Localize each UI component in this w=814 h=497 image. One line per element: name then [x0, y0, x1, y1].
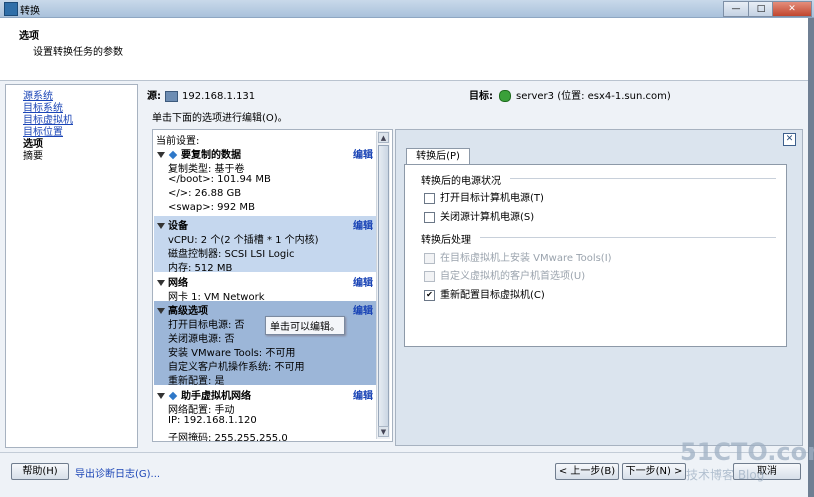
section-header: 设备 [157, 217, 188, 232]
close-button[interactable]: ✕ [772, 1, 812, 17]
option-power-off-source[interactable]: 关闭源计算机电源(S) [424, 208, 534, 223]
computer-icon [165, 90, 178, 102]
setting-line: 子网掩码: 255.255.255.0 [168, 433, 288, 442]
option-customize-guest: 自定义虚拟机的客户机首选项(U) [424, 267, 585, 282]
diamond-icon [168, 391, 178, 401]
setting-line: </>: 26.88 GB [168, 188, 242, 199]
triangle-down-icon[interactable] [157, 223, 165, 229]
watermark-sub: 技术博客 Blog [686, 468, 765, 482]
checkbox-label: 在目标虚拟机上安装 VMware Tools(I) [440, 253, 612, 264]
target-label: 目标: [469, 91, 493, 102]
edit-link[interactable]: 编辑 [353, 302, 373, 317]
nav-item-target-system[interactable]: 目标系统 [23, 103, 63, 115]
settings-section-network[interactable]: 网络 编辑 网卡 1: VM Network [154, 273, 378, 303]
next-button[interactable]: 下一步(N) > [622, 463, 686, 480]
settings-section-data-to-copy[interactable]: 要复制的数据 编辑 复制类型: 基于卷 </boot>: 101.94 MB <… [154, 145, 378, 215]
setting-line: 打开目标电源: 否 [168, 320, 245, 331]
setting-line: <swap>: 992 MB [168, 202, 255, 213]
group-divider [510, 178, 776, 179]
nav-item-source-system[interactable]: 源系统 [23, 91, 53, 103]
diamond-icon [168, 150, 178, 160]
watermark: 51CTO.com [680, 438, 814, 466]
nav-item-options[interactable]: 选项 [23, 139, 43, 151]
target-line: 目标: server3 (位置: esx4-1.sun.com) [469, 87, 671, 102]
setting-line: 重新配置: 是 [168, 376, 225, 387]
option-reconfigure-target-vm[interactable]: ✔ 重新配置目标虚拟机(C) [424, 286, 545, 301]
export-diagnostics-link[interactable]: 导出诊断日志(G)... [75, 465, 160, 480]
group-divider [480, 237, 776, 238]
group-title-power-state: 转换后的电源状况 [421, 176, 501, 187]
section-header: 网络 [157, 274, 188, 289]
globe-icon [499, 90, 511, 102]
minimize-button[interactable]: — [723, 1, 749, 17]
checkbox-checked[interactable]: ✔ [424, 289, 435, 301]
triangle-down-icon[interactable] [157, 152, 165, 158]
edit-link[interactable]: 编辑 [353, 387, 373, 402]
triangle-down-icon[interactable] [157, 393, 165, 399]
checkbox-label: 关闭源计算机电源(S) [440, 212, 535, 223]
maximize-button[interactable]: □ [748, 1, 774, 17]
page-title: 选项 [19, 31, 39, 42]
checkbox[interactable] [424, 211, 435, 223]
setting-line: 内存: 512 MB [168, 263, 233, 274]
setting-line: </boot>: 101.94 MB [168, 174, 271, 185]
settings-section-devices[interactable]: 设备 编辑 vCPU: 2 个(2 个插槽 * 1 个内核) 磁盘控制器: SC… [154, 216, 378, 274]
checkbox[interactable] [424, 192, 435, 204]
nav-item-summary: 摘要 [23, 151, 43, 162]
close-panel-icon[interactable]: ✕ [783, 133, 796, 146]
app-icon [4, 2, 18, 16]
section-header: 高级选项 [157, 302, 208, 317]
scroll-thumb[interactable] [378, 145, 389, 427]
instruction-text: 单击下面的选项进行编辑(O)。 [152, 113, 288, 124]
wizard-nav: 源系统 目标系统 目标虚拟机 目标位置 选项 摘要 [5, 84, 138, 448]
nav-item-target-vm[interactable]: 目标虚拟机 [23, 115, 73, 127]
checkbox [424, 252, 435, 264]
edit-link[interactable]: 编辑 [353, 274, 373, 289]
setting-line: 安装 VMware Tools: 不可用 [168, 348, 296, 359]
setting-line: vCPU: 2 个(2 个插槽 * 1 个内核) [168, 235, 319, 246]
title-bar: 转换 — □ ✕ [0, 0, 814, 18]
checkbox [424, 270, 435, 282]
setting-line: 自定义客户机操作系统: 不可用 [168, 362, 305, 373]
group-title-post-processing: 转换后处理 [421, 235, 471, 246]
page-header: 选项 设置转换任务的参数 [0, 18, 808, 81]
setting-line: IP: 192.168.1.120 [168, 415, 257, 426]
option-install-vmware-tools: 在目标虚拟机上安装 VMware Tools(I) [424, 249, 612, 264]
settings-list[interactable]: 当前设置: 要复制的数据 编辑 复制类型: 基于卷 </boot>: 101.9… [152, 129, 393, 442]
triangle-down-icon[interactable] [157, 308, 165, 314]
source-label: 源: [147, 91, 161, 102]
checkbox-label: 重新配置目标虚拟机(C) [440, 290, 545, 301]
settings-section-helper-vm-network[interactable]: 助手虚拟机网络 编辑 网络配置: 手动 IP: 192.168.1.120 子网… [154, 386, 378, 442]
settings-scrollbar[interactable]: ▲ ▼ [376, 131, 390, 439]
nav-item-target-location[interactable]: 目标位置 [23, 127, 63, 139]
setting-line: 网络配置: 手动 [168, 405, 235, 416]
settings-section-advanced-options[interactable]: 高级选项 编辑 打开目标电源: 否 关闭源电源: 否 安装 VMware Too… [154, 301, 378, 387]
help-button[interactable]: 帮助(H) [11, 463, 69, 480]
source-value: 192.168.1.131 [182, 91, 256, 102]
edit-link[interactable]: 编辑 [353, 146, 373, 161]
section-header: 助手虚拟机网络 [157, 387, 251, 402]
triangle-down-icon[interactable] [157, 280, 165, 286]
option-power-on-target[interactable]: 打开目标计算机电源(T) [424, 189, 544, 204]
tab-post-conversion[interactable]: 转换后(P) [406, 148, 470, 165]
checkbox-label: 自定义虚拟机的客户机首选项(U) [440, 271, 586, 282]
setting-line: 磁盘控制器: SCSI LSI Logic [168, 249, 295, 260]
window-title: 转换 [20, 6, 40, 17]
page-subtitle: 设置转换任务的参数 [33, 47, 123, 58]
target-value: server3 (位置: esx4-1.sun.com) [516, 91, 671, 102]
source-line: 源: 192.168.1.131 [147, 87, 255, 102]
window-edge [808, 18, 814, 497]
checkbox-label: 打开目标计算机电源(T) [440, 193, 544, 204]
scroll-down-icon[interactable]: ▼ [378, 426, 389, 437]
setting-line: 关闭源电源: 否 [168, 334, 235, 345]
section-header: 要复制的数据 [157, 146, 241, 161]
edit-link[interactable]: 编辑 [353, 217, 373, 232]
setting-line: 复制类型: 基于卷 [168, 164, 245, 175]
back-button[interactable]: < 上一步(B) [555, 463, 619, 480]
scroll-up-icon[interactable]: ▲ [378, 132, 389, 143]
tooltip: 单击可以编辑。 [265, 316, 345, 335]
